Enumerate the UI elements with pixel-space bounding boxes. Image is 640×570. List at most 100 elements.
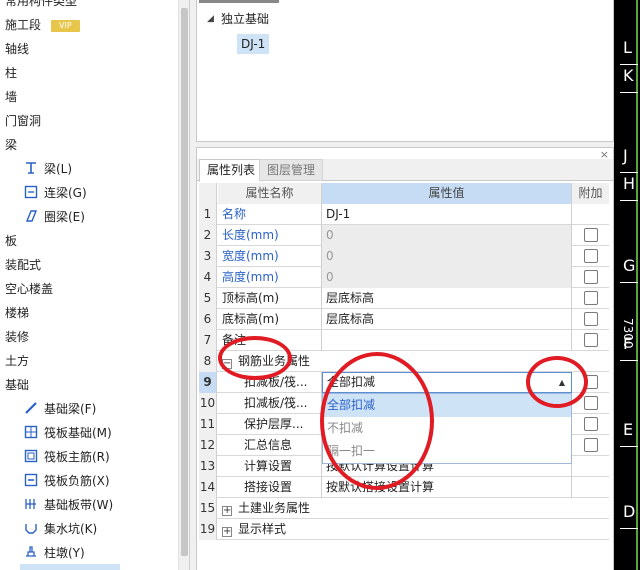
tree-item-23[interactable]: 柱墩(Y) [24,542,85,564]
property-row[interactable]: 6 底标高(m) 层底标高 [199,309,609,330]
tree-item-19[interactable]: 筏板主筋(R) [24,446,110,468]
tree-node-dj1[interactable]: DJ-1 [237,34,270,54]
attach-checkbox[interactable] [584,417,598,431]
property-group-row[interactable]: 19 + 显示样式 [199,519,609,540]
header-value: 属性值 [322,183,572,204]
tree-item-6[interactable]: 梁 [5,134,17,156]
property-name: 高度(mm) [218,267,322,288]
property-row[interactable]: 5 顶标高(m) 层底标高 [199,288,609,309]
tree-item-label: 基础板带(W) [44,498,114,512]
add-cell [572,309,609,330]
collapse-triangle-icon[interactable]: ◢ [207,14,214,24]
row-number: 5 [199,288,217,309]
add-cell [572,225,609,246]
tree-item-4[interactable]: 墙 [5,86,17,108]
property-row[interactable]: 1 名称 DJ-1 [199,204,609,225]
vip-badge: VIP [51,20,80,32]
tree-item-label: 空心楼盖 [5,282,54,296]
tree-item-16[interactable]: 基础 [5,374,29,396]
tree-item-0[interactable]: 常用构件类型 [5,0,77,12]
attach-checkbox[interactable] [584,312,598,326]
property-name: 扣减板/筏... [218,393,322,414]
tree-item-2[interactable]: 轴线 [5,38,29,60]
attach-checkbox[interactable] [584,291,598,305]
tree-node-isolated-foundation[interactable]: 独立基础 [221,10,269,28]
tree-item-7[interactable]: 梁(L) [24,158,72,180]
tree-item-5[interactable]: 门窗洞 [5,110,41,132]
attach-checkbox[interactable] [584,333,598,347]
row-number: 4 [199,267,217,288]
tree-item-label: 连梁(G) [44,186,87,200]
column-pier-icon [24,544,38,558]
tree-item-12[interactable]: 空心楼盖 [5,278,53,300]
tree-item-17[interactable]: 基础梁(F) [24,398,96,420]
tree-item-15[interactable]: 土方 [5,350,29,372]
tree-item-label: 楼梯 [5,306,30,320]
cad-tick [620,360,638,361]
property-value[interactable]: 0 [322,225,572,246]
add-cell [572,456,609,477]
cad-tick [620,172,638,173]
add-cell [572,477,609,498]
property-row[interactable]: 2 长度(mm) 0 [199,225,609,246]
tree-item-label: 圈梁(E) [44,210,85,224]
tree-item-label: 梁(L) [44,162,73,176]
tab-property-list[interactable]: 属性列表 [199,159,264,182]
row-number: 14 [199,477,217,498]
expand-icon[interactable]: + [222,506,232,516]
property-name: 搭接设置 [218,477,322,498]
tree-item-1[interactable]: 施工段 VIP [5,14,80,36]
cad-tick [620,92,638,93]
tree-item-3[interactable]: 柱 [5,62,17,84]
row-number: 3 [199,246,217,267]
attach-checkbox[interactable] [584,270,598,284]
tree-item-8[interactable]: 连梁(G) [24,182,87,204]
tree-item-20[interactable]: 筏板负筋(X) [24,470,110,492]
expand-icon[interactable]: + [222,527,232,537]
cad-axis-label: K [623,66,634,85]
tree-scrollbar[interactable] [178,0,189,570]
tree-item-label: 轴线 [5,42,30,56]
attach-checkbox[interactable] [584,228,598,242]
property-value[interactable] [322,330,572,351]
tree-item-9[interactable]: 圈梁(E) [24,206,85,228]
property-tabbar: 属性列表 图层管理 [197,159,613,182]
tree-item-14[interactable]: 装修 [5,326,29,348]
property-value[interactable]: 层底标高 [322,288,572,309]
property-row[interactable]: 4 高度(mm) 0 [199,267,609,288]
group-header-cell[interactable]: + 显示样式 [218,519,608,540]
cad-axis-label: D [623,502,636,521]
tree-item-22[interactable]: 集水坑(K) [24,518,97,540]
tab-layer-management[interactable]: 图层管理 [259,159,324,181]
attach-checkbox[interactable] [584,396,598,410]
tree-item-10[interactable]: 板 [5,230,17,252]
tree-item-11[interactable]: 装配式 [5,254,41,276]
property-name: 保护层厚... [218,414,322,435]
property-row[interactable]: 3 宽度(mm) 0 [199,246,609,267]
tree-item-label: 柱 [5,66,18,80]
group-header-cell[interactable]: + 土建业务属性 [218,498,608,519]
property-name: 底标高(m) [218,309,322,330]
row-number: 1 [199,204,217,225]
tree-item-label: 基础 [5,378,30,392]
tree-scrollbar-thumb[interactable] [181,8,188,556]
row-number: 13 [199,456,217,477]
attach-checkbox[interactable] [584,249,598,263]
annotation-circle-rebar-group [218,336,292,380]
tree-item-13[interactable]: 楼梯 [5,302,29,324]
property-value[interactable]: 0 [322,246,572,267]
property-value[interactable]: DJ-1 [322,204,572,225]
attach-checkbox[interactable] [584,438,598,452]
cad-canvas[interactable]: L K J H G F E D 7300 [614,0,640,570]
tree-item-label: 基础梁(F) [44,402,97,416]
row-number: 11 [199,414,217,435]
add-cell [572,288,609,309]
property-name: 宽度(mm) [218,246,322,267]
group-label: 显示样式 [238,522,287,536]
tree-item-18[interactable]: 筏板基础(M) [24,422,112,444]
property-group-row[interactable]: 15 + 土建业务属性 [199,498,609,519]
cad-axis-label: E [623,420,634,439]
property-value[interactable]: 0 [322,267,572,288]
property-value[interactable]: 层底标高 [322,309,572,330]
tree-item-21[interactable]: 基础板带(W) [24,494,113,516]
